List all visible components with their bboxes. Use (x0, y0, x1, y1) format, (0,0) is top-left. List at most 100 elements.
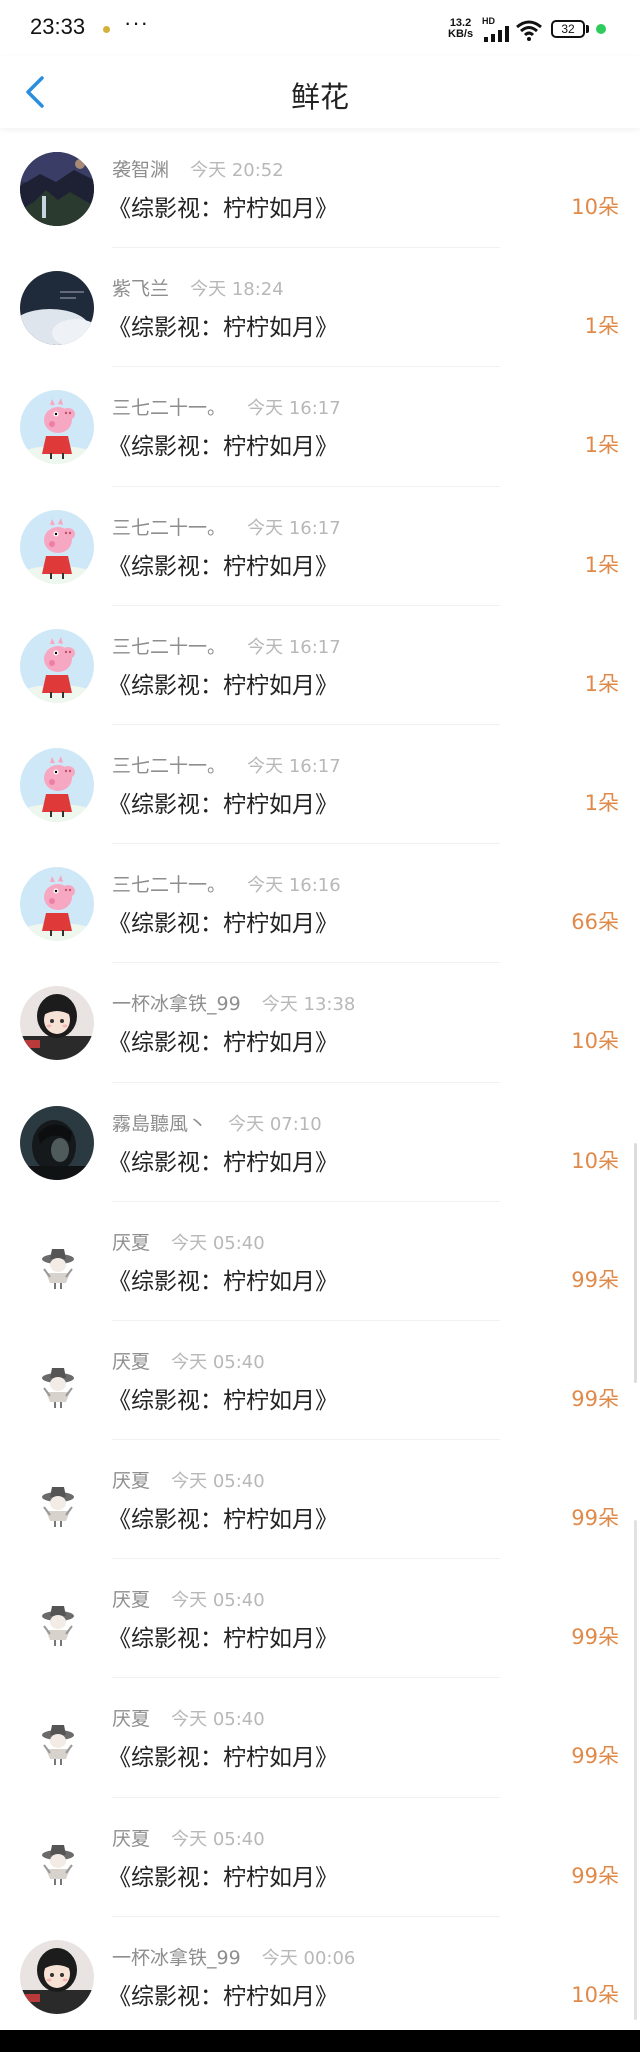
list-item[interactable]: 厌夏 今天 05:40 《综影视：柠柠如月》 99朵 (0, 1678, 640, 1798)
username[interactable]: 厌夏 (112, 1708, 150, 1730)
user-line: 厌夏 今天 05:40 (112, 1585, 265, 1612)
book-title[interactable]: 《综影视：柠柠如月》 (108, 427, 338, 461)
username[interactable]: 紫飞兰 (112, 278, 169, 300)
avatar[interactable] (20, 1463, 94, 1538)
book-title[interactable]: 《综影视：柠柠如月》 (108, 1262, 338, 1296)
avatar[interactable] (20, 271, 94, 346)
username[interactable]: 厌夏 (112, 1351, 150, 1373)
user-line: 三七二十一。 今天 16:17 (112, 513, 341, 540)
avatar[interactable] (20, 1939, 94, 2014)
battery-tip (586, 25, 589, 33)
book-title[interactable]: 《综影视：柠柠如月》 (108, 785, 338, 819)
avatar[interactable] (20, 986, 94, 1061)
timestamp: 今天 07:10 (228, 1113, 322, 1135)
book-title[interactable]: 《综影视：柠柠如月》 (108, 308, 338, 342)
avatar[interactable] (20, 867, 94, 942)
list-item[interactable]: 三七二十一。 今天 16:17 《综影视：柠柠如月》 1朵 (0, 367, 640, 487)
flower-gift-list: 袭智渊 今天 20:52 《综影视：柠柠如月》 10朵 紫飞兰 今天 18:24… (0, 129, 640, 2036)
username[interactable]: 厌夏 (112, 1589, 150, 1611)
username[interactable]: 厌夏 (112, 1470, 150, 1492)
book-title[interactable]: 《综影视：柠柠如月》 (108, 189, 338, 223)
book-title[interactable]: 《综影视：柠柠如月》 (108, 1381, 338, 1415)
list-item[interactable]: 紫飞兰 今天 18:24 《综影视：柠柠如月》 1朵 (0, 248, 640, 368)
avatar[interactable] (20, 509, 94, 584)
avatar[interactable] (20, 1582, 94, 1657)
book-title[interactable]: 《综影视：柠柠如月》 (108, 1858, 338, 1892)
flower-count: 99朵 (571, 1386, 619, 1411)
book-title[interactable]: 《综影视：柠柠如月》 (108, 547, 338, 581)
avatar[interactable] (20, 1224, 94, 1299)
avatar[interactable] (20, 747, 94, 822)
landscape-avatar-icon (20, 152, 94, 226)
timestamp: 今天 13:38 (261, 994, 356, 1016)
username[interactable]: 一杯冰拿铁_99 (112, 993, 241, 1015)
book-title[interactable]: 《综影视：柠柠如月》 (108, 1500, 338, 1534)
username[interactable]: 一杯冰拿铁_99 (112, 1947, 241, 1969)
scrollbar[interactable] (634, 1143, 637, 1383)
list-item[interactable]: 厌夏 今天 05:40 《综影视：柠柠如月》 99朵 (0, 1440, 640, 1560)
book-title[interactable]: 《综影视：柠柠如月》 (108, 1738, 338, 1772)
list-item[interactable]: 袭智渊 今天 20:52 《综影视：柠柠如月》 10朵 (0, 129, 640, 249)
list-item[interactable]: 厌夏 今天 05:40 《综影视：柠柠如月》 99朵 (0, 1559, 640, 1679)
list-item[interactable]: 一杯冰拿铁_99 今天 13:38 《综影视：柠柠如月》 10朵 (0, 963, 640, 1083)
sketch-character-avatar-icon (20, 1343, 94, 1418)
peppa-pig-avatar-icon (20, 390, 94, 465)
user-line: 厌夏 今天 05:40 (112, 1704, 265, 1731)
username[interactable]: 厌夏 (112, 1232, 150, 1254)
list-item[interactable]: 厌夏 今天 05:40 《综影视：柠柠如月》 99朵 (0, 1798, 640, 1917)
username[interactable]: 三七二十一。 (112, 874, 226, 896)
avatar[interactable] (20, 1701, 94, 1776)
avatar[interactable] (20, 1343, 94, 1418)
flower-count: 10朵 (571, 1982, 619, 2007)
avatar[interactable] (20, 1105, 94, 1180)
username[interactable]: 三七二十一。 (112, 636, 226, 658)
list-item[interactable]: 三七二十一。 今天 16:17 《综影视：柠柠如月》 1朵 (0, 725, 640, 845)
timestamp: 今天 16:17 (247, 398, 341, 420)
flower-count: 99朵 (571, 1625, 619, 1650)
username[interactable]: 厌夏 (112, 1828, 150, 1850)
list-item[interactable]: 厌夏 今天 05:40 《综影视：柠柠如月》 99朵 (0, 1202, 640, 1321)
girl-avatar-icon (20, 986, 94, 1061)
book-title[interactable]: 《综影视：柠柠如月》 (108, 666, 338, 700)
book-title[interactable]: 《综影视：柠柠如月》 (108, 904, 338, 938)
user-line: 厌夏 今天 05:40 (112, 1228, 265, 1255)
book-title[interactable]: 《综影视：柠柠如月》 (108, 1619, 338, 1653)
flower-count: 66朵 (571, 910, 619, 935)
book-title[interactable]: 《综影视：柠柠如月》 (108, 1977, 338, 2011)
username[interactable]: 霧島聽風丶 (112, 1113, 207, 1135)
scrollbar-track (634, 1520, 637, 2020)
flower-count: 1朵 (584, 790, 619, 815)
book-title[interactable]: 《综影视：柠柠如月》 (108, 1023, 338, 1057)
list-item[interactable]: 霧島聽風丶 今天 07:10 《综影视：柠柠如月》 10朵 (0, 1083, 640, 1202)
username[interactable]: 三七二十一。 (112, 755, 226, 777)
flower-count: 99朵 (571, 1267, 619, 1292)
list-item[interactable]: 厌夏 今天 05:40 《综影视：柠柠如月》 99朵 (0, 1321, 640, 1441)
avatar[interactable] (20, 390, 94, 465)
timestamp: 今天 05:40 (171, 1351, 265, 1373)
book-title[interactable]: 《综影视：柠柠如月》 (108, 1143, 338, 1177)
list-item[interactable]: 三七二十一。 今天 16:16 《综影视：柠柠如月》 66朵 (0, 844, 640, 964)
avatar[interactable] (20, 1820, 94, 1895)
status-time: 23:33 (30, 14, 86, 39)
flower-count: 1朵 (584, 552, 619, 577)
username[interactable]: 三七二十一。 (112, 397, 226, 419)
flower-count: 1朵 (584, 433, 619, 458)
sketch-character-avatar-icon (20, 1701, 94, 1776)
sketch-character-avatar-icon (20, 1463, 94, 1538)
page-title: 鲜花 (290, 80, 349, 114)
wifi-icon (516, 20, 542, 41)
list-item[interactable]: 一杯冰拿铁_99 今天 00:06 《综影视：柠柠如月》 10朵 (0, 1917, 640, 2036)
network-speed: 13.2 KB/s (448, 18, 473, 40)
cloud-avatar-icon (20, 271, 94, 346)
user-line: 厌夏 今天 05:40 (112, 1466, 265, 1493)
username[interactable]: 三七二十一。 (112, 517, 226, 539)
list-item[interactable]: 三七二十一。 今天 16:17 《综影视：柠柠如月》 1朵 (0, 606, 640, 725)
bottom-bar (0, 2030, 640, 2052)
user-line: 三七二十一。 今天 16:16 (112, 870, 341, 897)
user-line: 霧島聽風丶 今天 07:10 (112, 1109, 322, 1136)
username[interactable]: 袭智渊 (112, 159, 169, 181)
timestamp: 今天 05:40 (171, 1232, 265, 1254)
avatar[interactable] (20, 628, 94, 703)
avatar[interactable] (20, 152, 94, 226)
list-item[interactable]: 三七二十一。 今天 16:17 《综影视：柠柠如月》 1朵 (0, 487, 640, 606)
